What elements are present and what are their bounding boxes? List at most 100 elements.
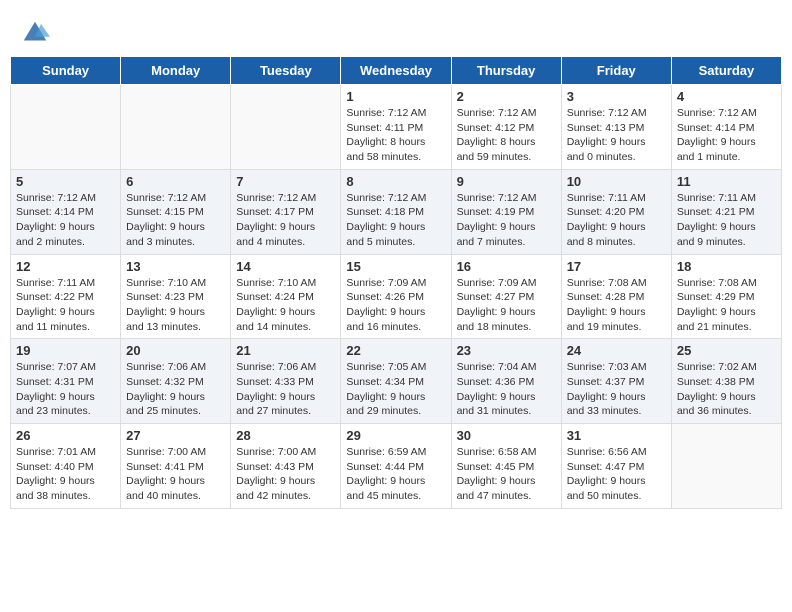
- calendar-header: SundayMondayTuesdayWednesdayThursdayFrid…: [11, 57, 782, 85]
- day-number: 5: [16, 174, 115, 189]
- calendar-cell: 12 Sunrise: 7:11 AM Sunset: 4:22 PM Dayli…: [11, 254, 121, 339]
- calendar-cell: 23Sunrise: 7:04 AM Sunset: 4:36 PM Dayli…: [451, 339, 561, 424]
- day-info: Sunrise: 7:07 AM Sunset: 4:31 PM Dayligh…: [16, 360, 115, 419]
- day-number: 25: [677, 343, 776, 358]
- day-info: Sunrise: 7:11 AM Sunset: 4:22 PM Dayligh…: [16, 276, 115, 335]
- day-info: Sunrise: 7:03 AM Sunset: 4:37 PM Dayligh…: [567, 360, 666, 419]
- day-number: 8: [346, 174, 445, 189]
- calendar-cell: 1Sunrise: 7:12 AM Sunset: 4:11 PM Daylig…: [341, 85, 451, 170]
- calendar-cell: 20 Sunrise: 7:06 AM Sunset: 4:32 PM Dayli…: [121, 339, 231, 424]
- day-number: 16: [457, 259, 556, 274]
- weekday-header-monday: Monday: [121, 57, 231, 85]
- calendar-cell: 19 Sunrise: 7:07 AM Sunset: 4:31 PM Dayli…: [11, 339, 121, 424]
- calendar-cell: 14 Sunrise: 7:10 AM Sunset: 4:24 PM Dayli…: [231, 254, 341, 339]
- day-info: Sunrise: 6:59 AM Sunset: 4:44 PM Dayligh…: [346, 445, 445, 504]
- day-info: Sunrise: 7:12 AM Sunset: 4:19 PM Dayligh…: [457, 191, 556, 250]
- day-number: 6: [126, 174, 225, 189]
- calendar-cell: [121, 85, 231, 170]
- calendar-cell: [11, 85, 121, 170]
- calendar-cell: 15 Sunrise: 7:09 AM Sunset: 4:26 PM Dayli…: [341, 254, 451, 339]
- calendar-cell: 8 Sunrise: 7:12 AM Sunset: 4:18 PM Daylig…: [341, 169, 451, 254]
- day-info: Sunrise: 7:10 AM Sunset: 4:24 PM Dayligh…: [236, 276, 335, 335]
- day-info: Sunrise: 7:10 AM Sunset: 4:23 PM Dayligh…: [126, 276, 225, 335]
- logo-icon: [20, 18, 50, 48]
- weekday-header-sunday: Sunday: [11, 57, 121, 85]
- calendar-cell: 22Sunrise: 7:05 AM Sunset: 4:34 PM Dayli…: [341, 339, 451, 424]
- day-number: 28: [236, 428, 335, 443]
- calendar-cell: 16 Sunrise: 7:09 AM Sunset: 4:27 PM Dayli…: [451, 254, 561, 339]
- calendar-week-4: 19 Sunrise: 7:07 AM Sunset: 4:31 PM Dayli…: [11, 339, 782, 424]
- weekday-header-thursday: Thursday: [451, 57, 561, 85]
- day-info: Sunrise: 7:09 AM Sunset: 4:26 PM Dayligh…: [346, 276, 445, 335]
- day-info: Sunrise: 7:08 AM Sunset: 4:29 PM Dayligh…: [677, 276, 776, 335]
- logo: [20, 18, 52, 48]
- day-number: 3: [567, 89, 666, 104]
- calendar-cell: 7Sunrise: 7:12 AM Sunset: 4:17 PM Daylig…: [231, 169, 341, 254]
- calendar-cell: 5 Sunrise: 7:12 AM Sunset: 4:14 PM Daylig…: [11, 169, 121, 254]
- day-info: Sunrise: 7:04 AM Sunset: 4:36 PM Dayligh…: [457, 360, 556, 419]
- day-number: 19: [16, 343, 115, 358]
- day-info: Sunrise: 7:12 AM Sunset: 4:15 PM Dayligh…: [126, 191, 225, 250]
- calendar-cell: 10 Sunrise: 7:11 AM Sunset: 4:20 PM Dayli…: [561, 169, 671, 254]
- day-number: 27: [126, 428, 225, 443]
- calendar-cell: 28 Sunrise: 7:00 AM Sunset: 4:43 PM Dayli…: [231, 424, 341, 509]
- day-info: Sunrise: 7:12 AM Sunset: 4:14 PM Dayligh…: [16, 191, 115, 250]
- day-info: Sunrise: 7:09 AM Sunset: 4:27 PM Dayligh…: [457, 276, 556, 335]
- day-number: 14: [236, 259, 335, 274]
- calendar-cell: 30 Sunrise: 6:58 AM Sunset: 4:45 PM Dayli…: [451, 424, 561, 509]
- calendar-table: SundayMondayTuesdayWednesdayThursdayFrid…: [10, 56, 782, 509]
- calendar-cell: 11Sunrise: 7:11 AM Sunset: 4:21 PM Dayli…: [671, 169, 781, 254]
- calendar-week-1: 1Sunrise: 7:12 AM Sunset: 4:11 PM Daylig…: [11, 85, 782, 170]
- day-number: 30: [457, 428, 556, 443]
- calendar-cell: 17 Sunrise: 7:08 AM Sunset: 4:28 PM Dayli…: [561, 254, 671, 339]
- calendar-week-5: 26 Sunrise: 7:01 AM Sunset: 4:40 PM Dayli…: [11, 424, 782, 509]
- calendar-cell: 6 Sunrise: 7:12 AM Sunset: 4:15 PM Daylig…: [121, 169, 231, 254]
- calendar-cell: [231, 85, 341, 170]
- weekday-header-tuesday: Tuesday: [231, 57, 341, 85]
- day-number: 24: [567, 343, 666, 358]
- day-number: 26: [16, 428, 115, 443]
- day-info: Sunrise: 7:12 AM Sunset: 4:14 PM Dayligh…: [677, 106, 776, 165]
- day-number: 12: [16, 259, 115, 274]
- day-info: Sunrise: 6:58 AM Sunset: 4:45 PM Dayligh…: [457, 445, 556, 504]
- day-number: 9: [457, 174, 556, 189]
- calendar-cell: 25 Sunrise: 7:02 AM Sunset: 4:38 PM Dayli…: [671, 339, 781, 424]
- day-number: 17: [567, 259, 666, 274]
- day-info: Sunrise: 7:06 AM Sunset: 4:33 PM Dayligh…: [236, 360, 335, 419]
- day-number: 2: [457, 89, 556, 104]
- day-info: Sunrise: 7:06 AM Sunset: 4:32 PM Dayligh…: [126, 360, 225, 419]
- day-info: Sunrise: 7:12 AM Sunset: 4:18 PM Dayligh…: [346, 191, 445, 250]
- day-info: Sunrise: 7:00 AM Sunset: 4:43 PM Dayligh…: [236, 445, 335, 504]
- day-info: Sunrise: 7:11 AM Sunset: 4:20 PM Dayligh…: [567, 191, 666, 250]
- day-number: 21: [236, 343, 335, 358]
- calendar-cell: 27Sunrise: 7:00 AM Sunset: 4:41 PM Dayli…: [121, 424, 231, 509]
- weekday-header-saturday: Saturday: [671, 57, 781, 85]
- calendar-week-2: 5 Sunrise: 7:12 AM Sunset: 4:14 PM Daylig…: [11, 169, 782, 254]
- day-info: Sunrise: 7:12 AM Sunset: 4:11 PM Dayligh…: [346, 106, 445, 165]
- day-number: 18: [677, 259, 776, 274]
- calendar-cell: 21 Sunrise: 7:06 AM Sunset: 4:33 PM Dayli…: [231, 339, 341, 424]
- day-info: Sunrise: 6:56 AM Sunset: 4:47 PM Dayligh…: [567, 445, 666, 504]
- day-number: 13: [126, 259, 225, 274]
- day-info: Sunrise: 7:01 AM Sunset: 4:40 PM Dayligh…: [16, 445, 115, 504]
- weekday-header-friday: Friday: [561, 57, 671, 85]
- day-number: 11: [677, 174, 776, 189]
- day-number: 4: [677, 89, 776, 104]
- day-number: 20: [126, 343, 225, 358]
- calendar-cell: 9 Sunrise: 7:12 AM Sunset: 4:19 PM Daylig…: [451, 169, 561, 254]
- day-info: Sunrise: 7:12 AM Sunset: 4:13 PM Dayligh…: [567, 106, 666, 165]
- day-number: 15: [346, 259, 445, 274]
- weekday-header-wednesday: Wednesday: [341, 57, 451, 85]
- day-info: Sunrise: 7:02 AM Sunset: 4:38 PM Dayligh…: [677, 360, 776, 419]
- calendar-cell: 26 Sunrise: 7:01 AM Sunset: 4:40 PM Dayli…: [11, 424, 121, 509]
- weekday-row: SundayMondayTuesdayWednesdayThursdayFrid…: [11, 57, 782, 85]
- day-number: 29: [346, 428, 445, 443]
- calendar-cell: 24 Sunrise: 7:03 AM Sunset: 4:37 PM Dayli…: [561, 339, 671, 424]
- calendar-cell: 31Sunrise: 6:56 AM Sunset: 4:47 PM Dayli…: [561, 424, 671, 509]
- day-number: 10: [567, 174, 666, 189]
- calendar-cell: 29 Sunrise: 6:59 AM Sunset: 4:44 PM Dayli…: [341, 424, 451, 509]
- day-info: Sunrise: 7:05 AM Sunset: 4:34 PM Dayligh…: [346, 360, 445, 419]
- day-info: Sunrise: 7:08 AM Sunset: 4:28 PM Dayligh…: [567, 276, 666, 335]
- day-number: 7: [236, 174, 335, 189]
- calendar-cell: 18 Sunrise: 7:08 AM Sunset: 4:29 PM Dayli…: [671, 254, 781, 339]
